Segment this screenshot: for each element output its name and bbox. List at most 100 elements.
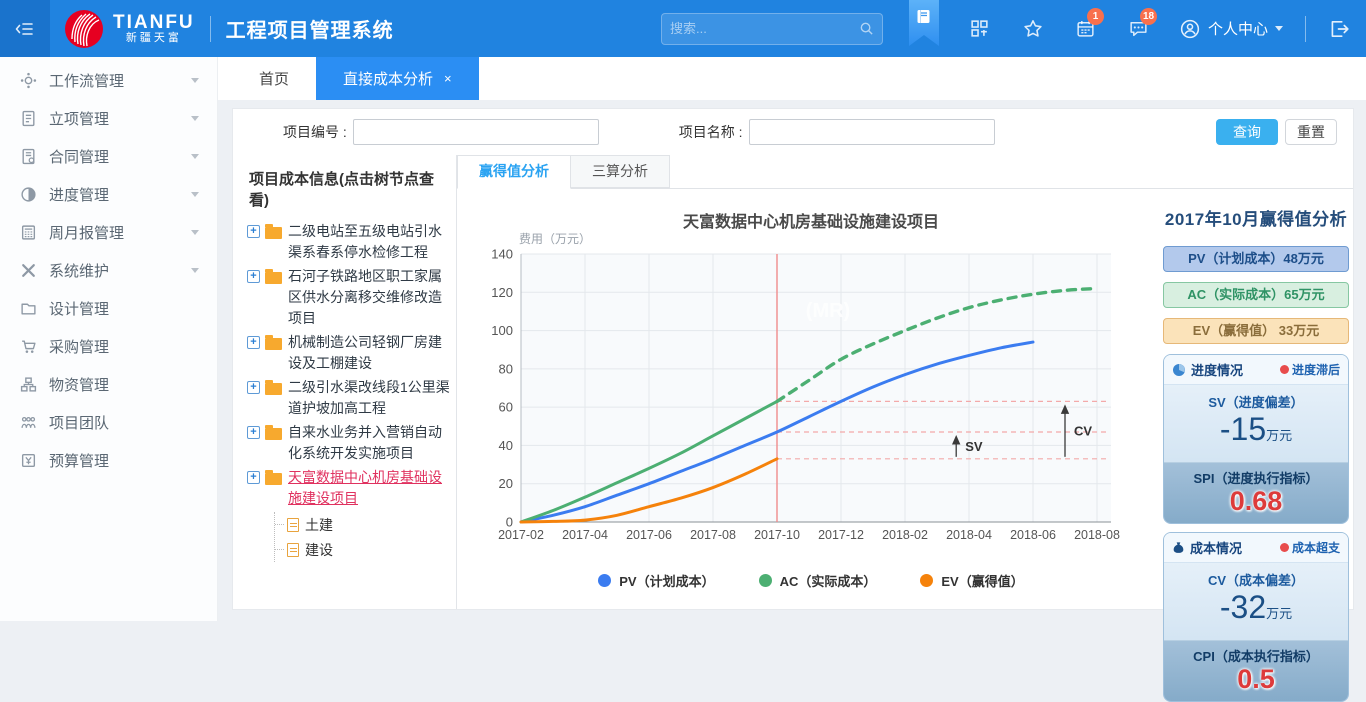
calendar-icon[interactable]: 1	[1074, 17, 1098, 41]
messages-icon[interactable]: 18	[1127, 17, 1151, 41]
index-label: SPI（进度执行指标）	[1164, 468, 1348, 487]
index-value: 0.68	[1164, 487, 1348, 516]
star-icon[interactable]	[1021, 17, 1045, 41]
folder-icon	[20, 300, 37, 317]
tree-expand-button[interactable]: +	[247, 381, 260, 394]
tree-node-label[interactable]: 天富数据中心机房基础设施建设项目	[288, 467, 452, 509]
chart-title: 天富数据中心机房基础设施建设项目	[463, 208, 1159, 232]
user-menu[interactable]: 个人中心	[1179, 18, 1283, 40]
svg-text:2018-06: 2018-06	[1010, 528, 1056, 542]
analysis-tab-1[interactable]: 赢得值分析	[457, 155, 571, 189]
chart-region: 天富数据中心机房基础设施建设项目 0204060801001201402017-…	[457, 189, 1353, 609]
folder-icon	[265, 428, 282, 440]
close-tab-icon[interactable]: ×	[444, 71, 452, 86]
sidebar-item-2[interactable]: 立项管理	[0, 99, 217, 137]
sidebar-item-3[interactable]: 合同管理	[0, 137, 217, 175]
tree-node-label[interactable]: 机械制造公司轻钢厂房建设及工棚建设	[288, 332, 452, 374]
svg-text:20: 20	[499, 476, 513, 491]
summary-cards: 进度情况进度滞后SV（进度偏差）-15万元SPI（进度执行指标）0.68成本情况…	[1163, 354, 1349, 702]
sidebar-item-8[interactable]: 采购管理	[0, 327, 217, 365]
tree-row[interactable]: + 石河子铁路地区职工家属区供水分离移交维修改造项目	[247, 266, 452, 329]
legend-label: PV（计划成本）	[619, 571, 714, 590]
messages-badge: 18	[1140, 8, 1157, 25]
collapse-sidebar-button[interactable]	[0, 0, 50, 57]
top-header: TIANFU 新疆天富 工程项目管理系统 1 18	[0, 0, 1366, 57]
bookmark-ribbon-icon[interactable]	[909, 0, 939, 46]
reset-button[interactable]: 重置	[1285, 119, 1337, 145]
tab-2[interactable]: 直接成本分析 ×	[316, 57, 479, 100]
pie-chart-icon	[1172, 363, 1186, 377]
chevron-down-icon	[191, 230, 199, 235]
svg-text:2018-08: 2018-08	[1074, 528, 1120, 542]
tree-row[interactable]: + 二级电站至五级电站引水渠系春系停水检修工程	[247, 221, 452, 263]
sidebar-item-4[interactable]: 进度管理	[0, 175, 217, 213]
logout-icon[interactable]	[1312, 18, 1366, 40]
tree-row[interactable]: + 天富数据中心机房基础设施建设项目	[247, 467, 452, 509]
tab-label: 直接成本分析	[343, 68, 433, 89]
tree-node-1: + 二级电站至五级电站引水渠系春系停水检修工程	[247, 221, 452, 263]
search-icon[interactable]	[859, 21, 874, 36]
legend-item-1[interactable]: PV（计划成本）	[598, 571, 714, 590]
svg-text:SV: SV	[965, 439, 983, 454]
analysis-tab-2[interactable]: 三算分析	[571, 155, 670, 188]
legend-item-2[interactable]: AC（实际成本）	[759, 571, 877, 590]
header-search	[661, 13, 883, 45]
tree-row[interactable]: + 二级引水渠改线段1公里渠道护坡加高工程	[247, 377, 452, 419]
tree-node-5: + 自来水业务并入营销自动化系统开发实施项目	[247, 422, 452, 464]
sidebar-item-1[interactable]: 工作流管理	[0, 61, 217, 99]
metric-label: CV（成本偏差）	[1164, 570, 1348, 589]
project-code-input[interactable]	[353, 119, 599, 145]
legend-label: EV（赢得值）	[941, 571, 1023, 590]
search-button[interactable]: 查询	[1216, 119, 1278, 145]
evm-line-chart: 0204060801001201402017-022017-042017-062…	[463, 232, 1159, 564]
tree-node-label[interactable]: 石河子铁路地区职工家属区供水分离移交维修改造项目	[288, 266, 452, 329]
tree-children: 土建建设	[274, 512, 452, 562]
tree-expand-button[interactable]: +	[247, 225, 260, 238]
tab-1[interactable]: 首页	[232, 57, 316, 100]
card-metric: SV（进度偏差）-15万元	[1164, 385, 1348, 462]
sidebar-item-9[interactable]: 物资管理	[0, 365, 217, 403]
sidebar-item-10[interactable]: 项目团队	[0, 403, 217, 441]
sidebar-item-11[interactable]: 预算管理	[0, 441, 217, 479]
sidebar-item-6[interactable]: 系统维护	[0, 251, 217, 289]
index-value: 0.5	[1164, 665, 1348, 694]
svg-text:80: 80	[499, 361, 513, 376]
project-code-label: 项目编号 :	[283, 122, 347, 142]
svg-text:2017-04: 2017-04	[562, 528, 608, 542]
sidebar-item-label: 周月报管理	[49, 222, 191, 243]
main-region: 工作流管理立项管理合同管理进度管理周月报管理系统维护设计管理采购管理物资管理项目…	[0, 57, 1366, 621]
user-menu-label: 个人中心	[1208, 18, 1268, 39]
tree-node-label[interactable]: 二级电站至五级电站引水渠系春系停水检修工程	[288, 221, 452, 263]
folder-icon	[265, 473, 282, 485]
tree-expand-button[interactable]: +	[247, 426, 260, 439]
tree-row[interactable]: + 自来水业务并入营销自动化系统开发实施项目	[247, 422, 452, 464]
project-name-input[interactable]	[749, 119, 995, 145]
right-column: 首页直接成本分析× 项目编号 : 项目名称 : 查询 重置	[218, 57, 1366, 621]
folder-icon	[265, 272, 282, 284]
sidebar-item-7[interactable]: 设计管理	[0, 289, 217, 327]
search-input[interactable]	[662, 21, 859, 36]
folder-icon	[265, 338, 282, 350]
tree-node-label[interactable]: 二级引水渠改线段1公里渠道护坡加高工程	[288, 377, 452, 419]
card-header: 成本情况成本超支	[1164, 533, 1348, 563]
content-area: 项目编号 : 项目名称 : 查询 重置 项目成本信息(点击树节点查看) +二级电…	[218, 100, 1366, 621]
tree-leaf-label: 土建	[305, 515, 333, 535]
svg-text:120: 120	[491, 285, 513, 300]
sidebar-item-5[interactable]: 周月报管理	[0, 213, 217, 251]
svg-text:2017-06: 2017-06	[626, 528, 672, 542]
legend-dot-icon	[759, 574, 772, 587]
tree-row[interactable]: + 机械制造公司轻钢厂房建设及工棚建设	[247, 332, 452, 374]
legend-item-3[interactable]: EV（赢得值）	[920, 571, 1023, 590]
card-index: SPI（进度执行指标）0.68	[1164, 462, 1348, 523]
tree-expand-button[interactable]: +	[247, 270, 260, 283]
tree-expand-button[interactable]: +	[247, 336, 260, 349]
apps-grid-icon[interactable]	[968, 17, 992, 41]
tree-leaf[interactable]: 土建	[275, 512, 452, 537]
index-label: CPI（成本执行指标）	[1164, 646, 1348, 665]
tree-panel: 项目成本信息(点击树节点查看) +二级电站至五级电站引水渠系春系停水检修工程+石…	[233, 155, 457, 609]
tree-leaf[interactable]: 建设	[275, 537, 452, 562]
svg-text:40: 40	[499, 438, 513, 453]
tree-node-label[interactable]: 自来水业务并入营销自动化系统开发实施项目	[288, 422, 452, 464]
tree-expand-button[interactable]: +	[247, 471, 260, 484]
sidebar-item-label: 预算管理	[49, 450, 199, 471]
